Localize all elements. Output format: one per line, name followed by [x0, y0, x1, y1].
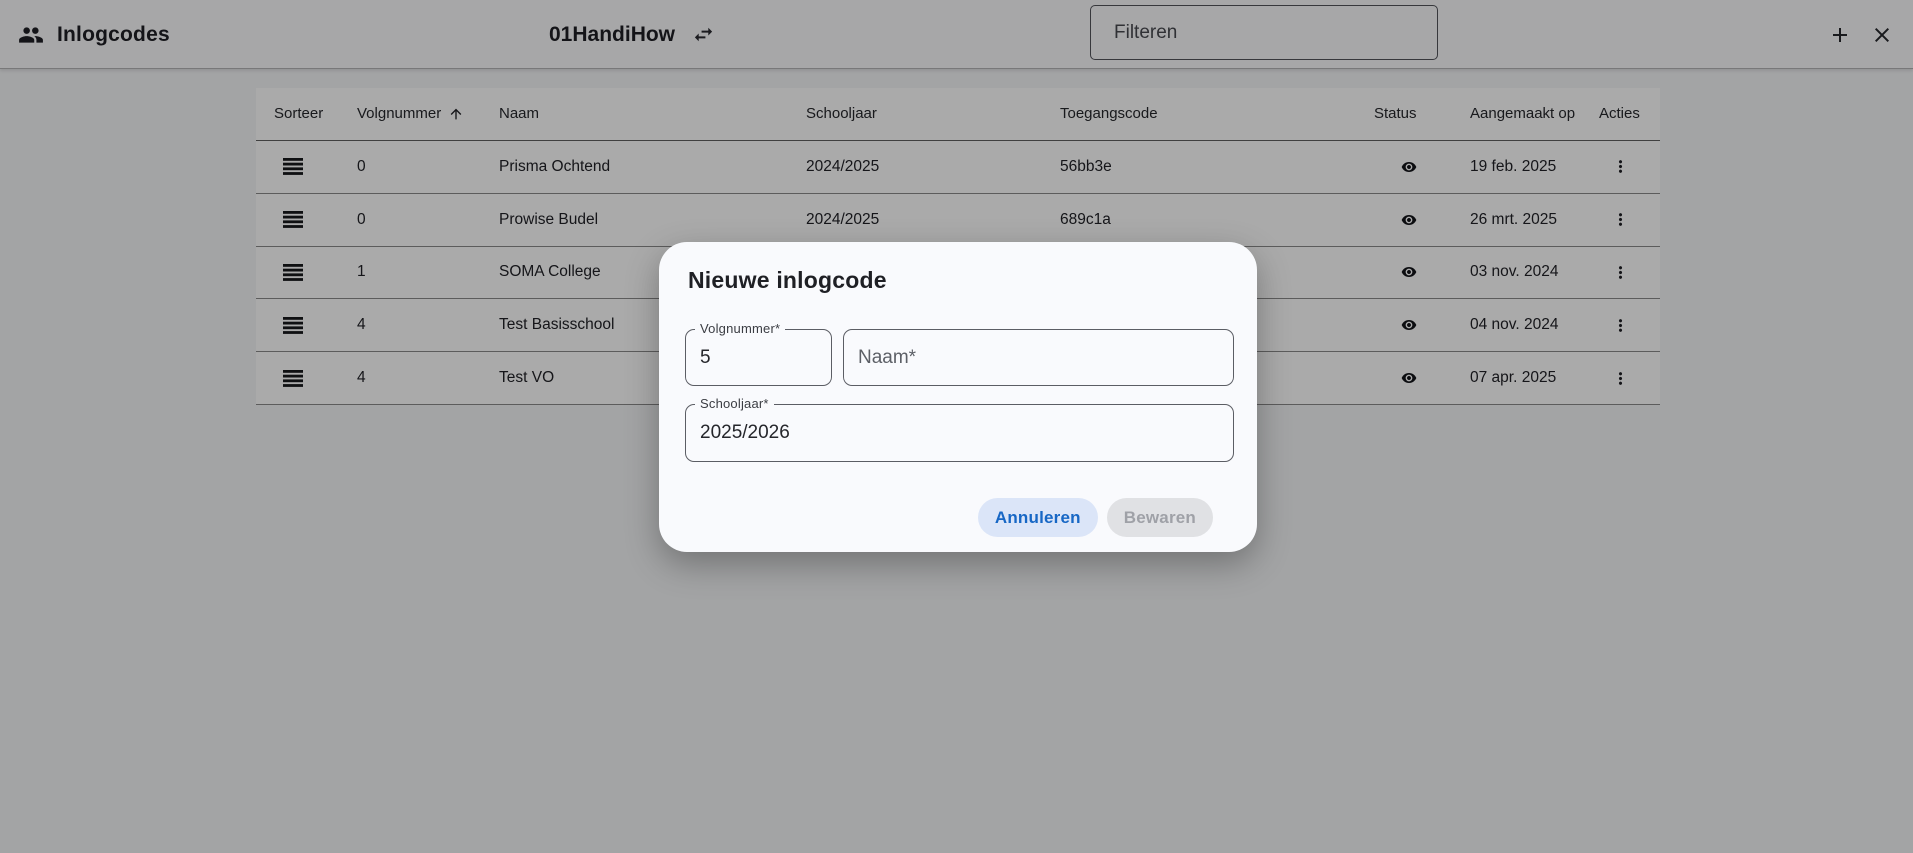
dialog-title: Nieuwe inlogcode [688, 267, 887, 293]
dialog-actions: Annuleren Bewaren [977, 498, 1213, 537]
save-button[interactable]: Bewaren [1106, 498, 1213, 537]
volgnummer-field-label: Volgnummer* [695, 321, 786, 336]
schooljaar-field: Schooljaar* [685, 396, 1234, 462]
schooljaar-input[interactable] [686, 405, 1233, 461]
naam-input[interactable] [844, 330, 1233, 385]
volgnummer-input[interactable] [686, 330, 831, 385]
cancel-button[interactable]: Annuleren [977, 498, 1098, 537]
volgnummer-field: Volgnummer* [685, 321, 832, 386]
new-inlogcode-dialog: Nieuwe inlogcode Volgnummer* Schooljaar*… [659, 242, 1257, 552]
schooljaar-field-label: Schooljaar* [695, 396, 774, 411]
naam-field [843, 329, 1234, 386]
screen: Inlogcodes 01HandiHow Filteren Sorteer V… [0, 0, 1913, 853]
